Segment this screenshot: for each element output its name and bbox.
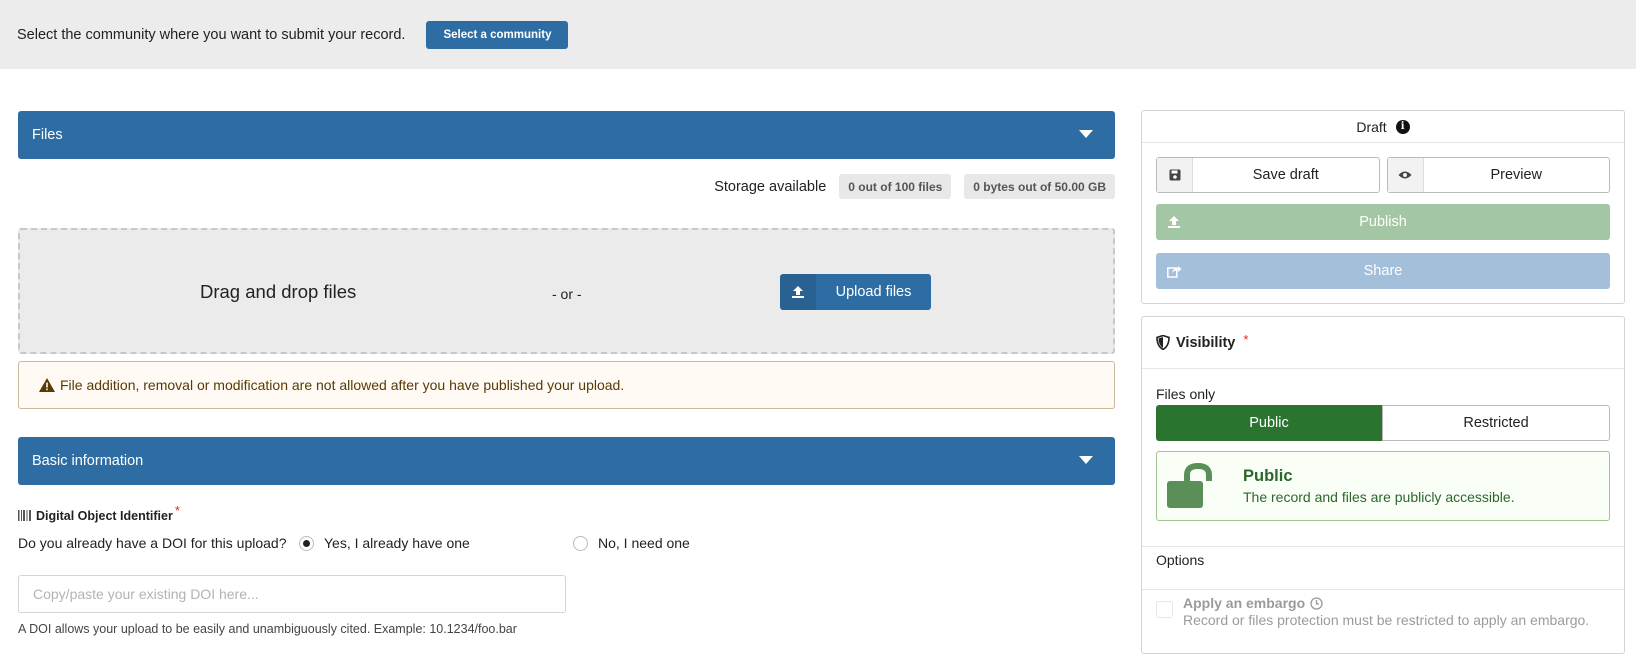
- files-only-label: Files only: [1156, 386, 1216, 402]
- clock-icon: [1310, 596, 1323, 610]
- visibility-toggle: Public Restricted: [1156, 405, 1610, 441]
- upload-icon: [780, 274, 816, 310]
- embargo-desc: Record or files protection must be restr…: [1183, 612, 1590, 628]
- upload-files-label: Upload files: [835, 284, 912, 300]
- save-draft-label: Save draft: [1252, 167, 1319, 183]
- bytes-count-badge: 0 bytes out of 50.00 GB: [964, 174, 1115, 199]
- drag-drop-text: Drag and drop files: [200, 281, 357, 302]
- doi-option-no[interactable]: No, I need one: [573, 535, 690, 551]
- embargo-checkbox[interactable]: [1156, 601, 1173, 618]
- share-label: Share: [1363, 263, 1403, 279]
- options-label: Options: [1156, 552, 1205, 568]
- storage-label: Storage available: [714, 178, 827, 195]
- doi-question: Do you already have a DOI for this uploa…: [18, 535, 287, 551]
- radio-yes[interactable]: [299, 535, 314, 551]
- basic-info-accordion-header[interactable]: Basic information: [18, 437, 1115, 485]
- restricted-toggle-button[interactable]: Restricted: [1382, 405, 1610, 441]
- visibility-panel: Visibility * Files only Public Restricte…: [1141, 316, 1625, 654]
- radio-no[interactable]: [573, 535, 588, 551]
- doi-help-text: A DOI allows your upload to be easily an…: [18, 622, 517, 636]
- shield-icon: [1156, 335, 1170, 350]
- draft-header: Draft i: [1142, 111, 1624, 143]
- basic-info-accordion-title: Basic information: [32, 453, 144, 469]
- embargo-title: Apply an embargo: [1183, 595, 1306, 611]
- doi-title: Digital Object Identifier: [36, 508, 173, 523]
- unlock-icon: [1167, 463, 1212, 508]
- save-icon: [1157, 158, 1193, 192]
- divider: [1142, 589, 1624, 590]
- required-mark: *: [1243, 332, 1249, 347]
- doi-field-label: Digital Object Identifier *: [18, 503, 180, 523]
- doi-option-no-label: No, I need one: [598, 535, 690, 551]
- public-toggle-button[interactable]: Public: [1156, 405, 1382, 441]
- public-box-title: Public: [1243, 467, 1293, 485]
- doi-option-yes-label: Yes, I already have one: [324, 535, 470, 551]
- draft-panel: Draft i Save draft Preview Publish Share: [1141, 110, 1625, 304]
- divider: [1142, 546, 1624, 547]
- chevron-down-icon: [1079, 456, 1093, 464]
- community-bar: Select the community where you want to s…: [0, 0, 1636, 69]
- files-accordion-header[interactable]: Files: [18, 111, 1115, 159]
- public-box-desc: The record and files are publicly access…: [1243, 489, 1515, 505]
- required-mark: *: [174, 503, 180, 518]
- warning-icon: [39, 378, 55, 392]
- select-community-button[interactable]: Select a community: [426, 20, 569, 49]
- info-icon[interactable]: i: [1395, 119, 1410, 134]
- file-warning-message: File addition, removal or modification a…: [18, 361, 1115, 409]
- files-count-badge: 0 out of 100 files: [839, 174, 952, 199]
- preview-label: Preview: [1490, 167, 1543, 183]
- upload-files-button[interactable]: Upload files: [780, 274, 931, 310]
- doi-input[interactable]: [18, 575, 566, 613]
- upload-icon: [1156, 204, 1192, 240]
- warning-text: File addition, removal or modification a…: [60, 377, 625, 393]
- chevron-down-icon: [1079, 130, 1093, 138]
- files-accordion-title: Files: [32, 127, 63, 143]
- publish-label: Publish: [1359, 214, 1407, 230]
- save-draft-button[interactable]: Save draft: [1156, 157, 1380, 193]
- doi-option-yes[interactable]: Yes, I already have one: [299, 535, 470, 551]
- storage-info: Storage available 0 out of 100 files 0 b…: [714, 174, 1115, 199]
- draft-label: Draft: [1356, 118, 1387, 135]
- publish-button[interactable]: Publish: [1156, 204, 1610, 240]
- public-status-message: Public The record and files are publicly…: [1156, 451, 1610, 521]
- preview-button[interactable]: Preview: [1386, 157, 1610, 193]
- visibility-title: Visibility: [1176, 334, 1236, 351]
- visibility-header: Visibility *: [1142, 317, 1624, 369]
- file-dropzone[interactable]: Drag and drop files - or - Upload files: [18, 228, 1115, 354]
- barcode-icon: [18, 510, 31, 521]
- community-message: Select the community where you want to s…: [17, 26, 406, 43]
- eye-icon: [1387, 158, 1424, 192]
- share-button[interactable]: Share: [1156, 253, 1610, 289]
- or-text: - or -: [552, 286, 582, 302]
- share-icon: [1156, 253, 1192, 289]
- embargo-option: Apply an embargo Record or files protect…: [1156, 595, 1589, 628]
